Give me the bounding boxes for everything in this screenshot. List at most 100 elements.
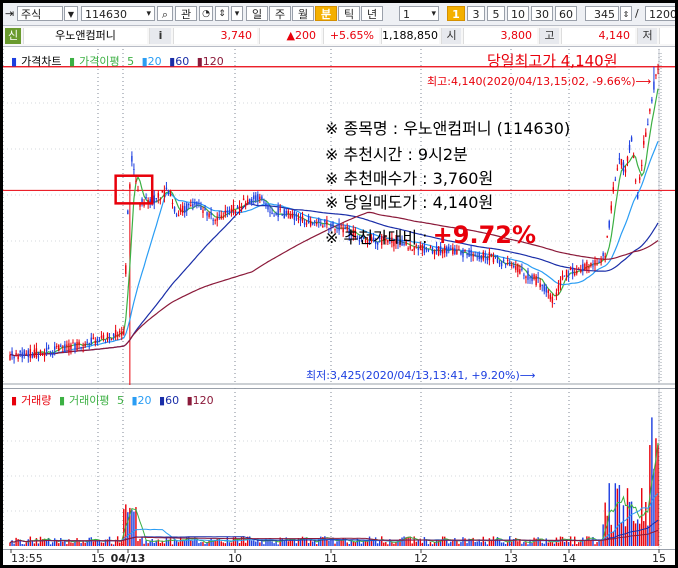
period-button-tick[interactable]: 틱	[338, 6, 360, 21]
volume-chart-svg[interactable]	[3, 388, 675, 548]
candle-body	[320, 224, 322, 226]
interval-select[interactable]: 1 ▾	[399, 6, 439, 21]
candle-body	[125, 265, 127, 274]
volume-bar	[421, 542, 424, 546]
candle-body	[472, 254, 474, 257]
candle-body	[576, 270, 578, 274]
price-candle	[202, 206, 204, 218]
period-button-year[interactable]: 년	[361, 6, 383, 21]
minute-option-1[interactable]: 1	[447, 6, 465, 21]
candle-body	[224, 210, 227, 215]
candle-body	[531, 275, 533, 282]
minute-option-3[interactable]: 3	[467, 6, 485, 21]
code-dropdown-icon[interactable]: ▾	[146, 7, 151, 22]
candle-body	[277, 207, 279, 217]
info-button[interactable]: i	[149, 28, 171, 44]
volume-bar	[498, 540, 501, 546]
volume-bar	[594, 544, 596, 546]
volume-bar	[255, 541, 257, 546]
price-candle	[618, 152, 621, 165]
price-candle	[484, 250, 487, 264]
price-candle	[35, 342, 38, 359]
step-dropdown-icon[interactable]: ▾	[231, 6, 243, 21]
price-candle	[13, 356, 15, 364]
price-candle	[506, 255, 509, 266]
candle-body	[155, 198, 157, 200]
time-axis-label: 11	[324, 552, 338, 565]
price-candle	[535, 274, 537, 287]
candle-body	[183, 206, 186, 214]
volume-bar	[385, 542, 387, 546]
volume-chart-panel[interactable]: ▮ 거래량 ▮ 거래이평 5 ▮20 ▮60 ▮120	[3, 388, 675, 548]
candle-body	[535, 276, 537, 286]
volume-bar	[551, 542, 554, 546]
high-price: 4,140	[561, 28, 635, 44]
related-button[interactable]: 관	[175, 6, 197, 21]
market-dropdown-icon[interactable]: ▼	[64, 6, 78, 21]
price-candle	[309, 216, 312, 228]
candle-body	[478, 253, 480, 260]
price-candle	[129, 182, 131, 191]
volume-bar	[283, 540, 285, 546]
link-icon[interactable]: ◔	[199, 6, 213, 21]
period-button-month[interactable]: 월	[292, 6, 314, 21]
candle-body	[19, 350, 21, 353]
interval-dropdown-icon[interactable]: ▾	[431, 7, 436, 22]
candle-body	[492, 257, 495, 263]
price-candle	[273, 212, 275, 217]
candle-body	[238, 205, 241, 211]
minute-option-60[interactable]: 60	[555, 6, 577, 21]
price-candle	[74, 342, 76, 354]
price-change: ▲200	[259, 28, 321, 44]
time-axis: 13:55 15 04/13 10 11 12 13 14 15	[3, 549, 675, 565]
volume-bar	[39, 536, 42, 546]
search-icon[interactable]: ⌕	[157, 6, 173, 21]
stock-name: 우노앤컴퍼니	[23, 28, 147, 44]
candle-body	[533, 274, 535, 279]
up-down-stepper-icon[interactable]: ⇕	[215, 6, 229, 21]
minute-option-5[interactable]: 5	[487, 6, 505, 21]
count-stepper-icon[interactable]: ⇕	[620, 6, 632, 21]
volume-bar	[557, 542, 560, 546]
period-button-minute[interactable]: 분	[315, 6, 337, 21]
price-candle	[519, 264, 521, 275]
volume-bar	[100, 542, 103, 546]
price-chart-svg[interactable]	[3, 49, 675, 385]
market-select[interactable]: 주식	[17, 6, 63, 21]
candle-body	[163, 191, 166, 197]
minute-option-10[interactable]: 10	[507, 6, 529, 21]
price-candle	[460, 250, 462, 256]
volume-bar	[45, 540, 48, 546]
volume-bar	[616, 488, 619, 546]
period-button-week[interactable]: 주	[269, 6, 291, 21]
candle-body	[169, 192, 172, 197]
candle-body	[624, 169, 627, 173]
pin-icon[interactable]: ⇥	[5, 6, 15, 21]
candle-body	[634, 180, 637, 182]
price-chart-panel[interactable]: ▮ 가격차트 ▮ 가격이평 5 ▮20 ▮60 ▮120 당일최고가 4,140원 …	[3, 49, 675, 385]
price-candle	[118, 328, 121, 338]
candle-body	[273, 215, 275, 217]
volume-bar	[328, 540, 330, 546]
minute-option-30[interactable]: 30	[531, 6, 553, 21]
candle-body	[43, 354, 46, 357]
candle-body	[62, 346, 64, 348]
price-candle	[527, 267, 529, 284]
volume-bar	[567, 542, 570, 546]
count-input[interactable]: 345	[585, 6, 619, 21]
period-button-day[interactable]: 일	[246, 6, 268, 21]
price-candle	[594, 256, 596, 271]
candle-body	[582, 264, 584, 271]
candle-body	[307, 216, 310, 224]
time-axis-label: 13	[504, 552, 518, 565]
info-ratio-value: +9.72%	[432, 221, 537, 249]
price-candle	[311, 221, 314, 226]
price-legend-ma60: 60	[175, 55, 190, 68]
volume-bar	[346, 542, 348, 546]
price-candle	[212, 217, 214, 226]
total-count-input[interactable]: 1200	[645, 6, 675, 21]
stock-code-input[interactable]: 114630 ▾	[81, 6, 155, 21]
candle-body	[161, 190, 164, 193]
price-candle	[533, 273, 535, 281]
candle-body	[636, 194, 639, 199]
